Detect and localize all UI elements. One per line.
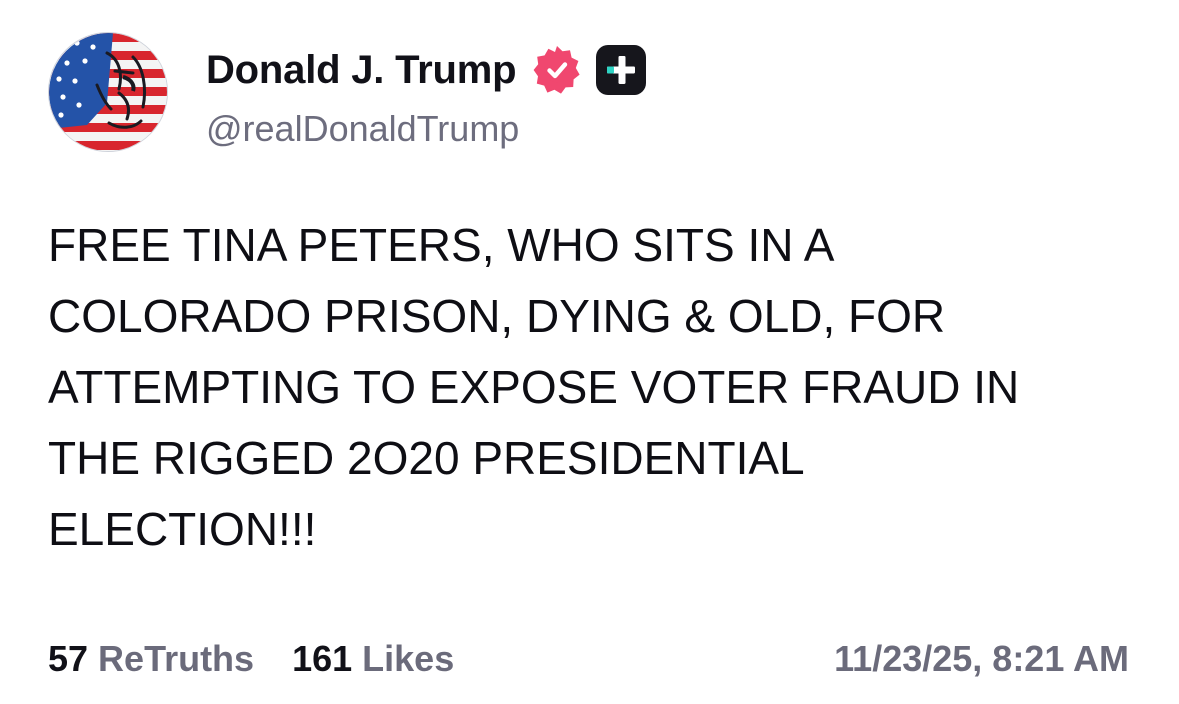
avatar[interactable] <box>48 32 168 152</box>
post-body-line: THE RIGGED 2O20 PRESIDENTIAL <box>48 432 805 484</box>
post-stats: 57 ReTruths 161 Likes <box>48 638 454 680</box>
retruths-count: 57 <box>48 638 89 679</box>
retruths-stat[interactable]: 57 ReTruths <box>48 638 254 680</box>
author-name-row: Donald J. Trump <box>206 44 648 96</box>
post-timestamp[interactable]: 11/23/25, 8:21 AM <box>834 638 1129 680</box>
post-body-line: FREE TINA PETERS, WHO SITS IN A <box>48 219 835 271</box>
author-display-name[interactable]: Donald J. Trump <box>206 48 517 93</box>
verified-badge-icon <box>530 43 584 97</box>
post-body-line: ATTEMPTING TO EXPOSE VOTER FRAUD IN <box>48 361 1020 413</box>
truth-plus-icon <box>594 43 648 97</box>
post-body-line: COLORADO PRISON, DYING & OLD, FOR <box>48 290 946 342</box>
likes-stat[interactable]: 161 Likes <box>292 638 454 680</box>
likes-label: Likes <box>362 638 455 679</box>
post-body: FREE TINA PETERS, WHO SITS IN A COLORADO… <box>48 210 1148 565</box>
likes-count: 161 <box>292 638 353 679</box>
flag-portrait-avatar <box>49 33 167 151</box>
author-handle[interactable]: @realDonaldTrump <box>206 108 519 150</box>
post-body-line: ELECTION!!! <box>48 503 317 555</box>
retruths-label: ReTruths <box>98 638 255 679</box>
